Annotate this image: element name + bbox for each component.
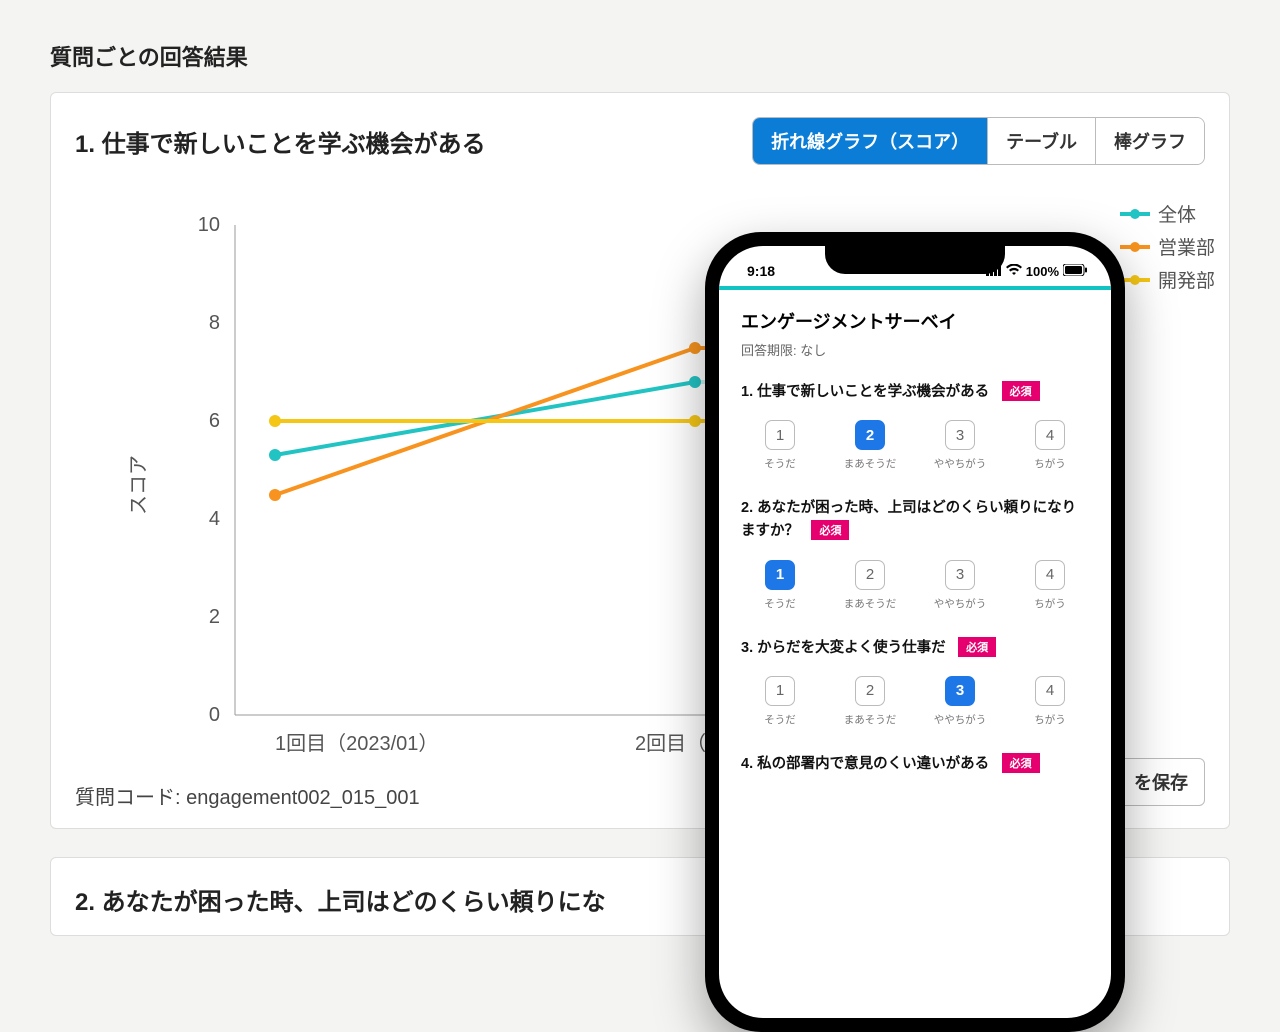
survey-q1: 1. 仕事で新しいことを学ぶ機会がある 必須 1そうだ 2まあそうだ 3ややちが… <box>741 381 1089 471</box>
q3-opt-4[interactable]: 4 <box>1035 676 1065 706</box>
svg-text:1回目（2023/01）: 1回目（2023/01） <box>275 732 438 755</box>
survey-q4-text: 4. 私の部署内で意見のくい違いがある <box>741 756 989 772</box>
tab-line[interactable]: 折れ線グラフ（スコア） <box>753 118 987 164</box>
survey-q2-text: 2. あなたが困った時、上司はどのくらい頼りになりますか？ <box>741 500 1076 539</box>
svg-text:4: 4 <box>209 508 220 530</box>
required-badge: 必須 <box>958 637 996 657</box>
phone-notch <box>825 246 1005 274</box>
question-title: 1. 仕事で新しいことを学ぶ機会がある <box>75 124 486 159</box>
page-title: 質問ごとの回答結果 <box>50 40 1230 72</box>
survey-q1-text: 1. 仕事で新しいことを学ぶ機会がある <box>741 384 989 400</box>
q1-opt-4[interactable]: 4 <box>1035 420 1065 450</box>
phone-time: 9:18 <box>747 263 775 279</box>
svg-text:8: 8 <box>209 312 220 334</box>
wifi-icon <box>1006 264 1022 279</box>
q3-opt-2[interactable]: 2 <box>855 676 885 706</box>
legend-label-sales: 営業部 <box>1158 233 1215 260</box>
q3-opt-1[interactable]: 1 <box>765 676 795 706</box>
survey-q2: 2. あなたが困った時、上司はどのくらい頼りになりますか？ 必須 1そうだ 2ま… <box>741 497 1089 610</box>
battery-text: 100% <box>1026 264 1059 279</box>
required-badge: 必須 <box>1002 381 1040 401</box>
y-axis-label: スコア <box>128 455 150 515</box>
legend-label-dev: 開発部 <box>1158 266 1215 293</box>
svg-text:6: 6 <box>209 410 220 432</box>
required-badge: 必須 <box>1002 753 1040 773</box>
legend-swatch-sales <box>1120 245 1150 249</box>
survey-title: エンゲージメントサーベイ <box>741 308 1089 334</box>
survey-deadline: 回答期限: なし <box>741 340 1089 359</box>
tab-table[interactable]: テーブル <box>987 118 1095 164</box>
tab-bar[interactable]: 棒グラフ <box>1095 118 1204 164</box>
svg-text:2: 2 <box>209 606 220 628</box>
q1-opt-3[interactable]: 3 <box>945 420 975 450</box>
q1-opt-2[interactable]: 2 <box>855 420 885 450</box>
q2-opt-2[interactable]: 2 <box>855 560 885 590</box>
chart-legend: 全体 営業部 開発部 <box>1120 200 1215 299</box>
q2-opt-1[interactable]: 1 <box>765 560 795 590</box>
q2-opt-4[interactable]: 4 <box>1035 560 1065 590</box>
battery-icon <box>1063 264 1087 279</box>
survey-q4: 4. 私の部署内で意見のくい違いがある 必須 <box>741 753 1089 776</box>
svg-text:0: 0 <box>209 704 220 726</box>
q1-opt-1[interactable]: 1 <box>765 420 795 450</box>
chart-tabs: 折れ線グラフ（スコア） テーブル 棒グラフ <box>752 117 1205 165</box>
q3-opt-3[interactable]: 3 <box>945 676 975 706</box>
phone-mockup: 9:18 100% エンゲージメントサーベイ 回答期限: なし 1. 仕事で新し… <box>705 232 1125 1032</box>
q2-opt-3[interactable]: 3 <box>945 560 975 590</box>
survey-q3: 3. からだを大変よく使う仕事だ 必須 1そうだ 2まあそうだ 3ややちがう 4… <box>741 637 1089 727</box>
legend-swatch-all <box>1120 212 1150 216</box>
legend-label-all: 全体 <box>1158 200 1196 227</box>
survey-q3-text: 3. からだを大変よく使う仕事だ <box>741 640 946 656</box>
required-badge: 必須 <box>811 520 849 540</box>
save-button[interactable]: を保存 <box>1117 758 1205 806</box>
svg-text:10: 10 <box>198 214 220 236</box>
series-all <box>275 382 695 455</box>
